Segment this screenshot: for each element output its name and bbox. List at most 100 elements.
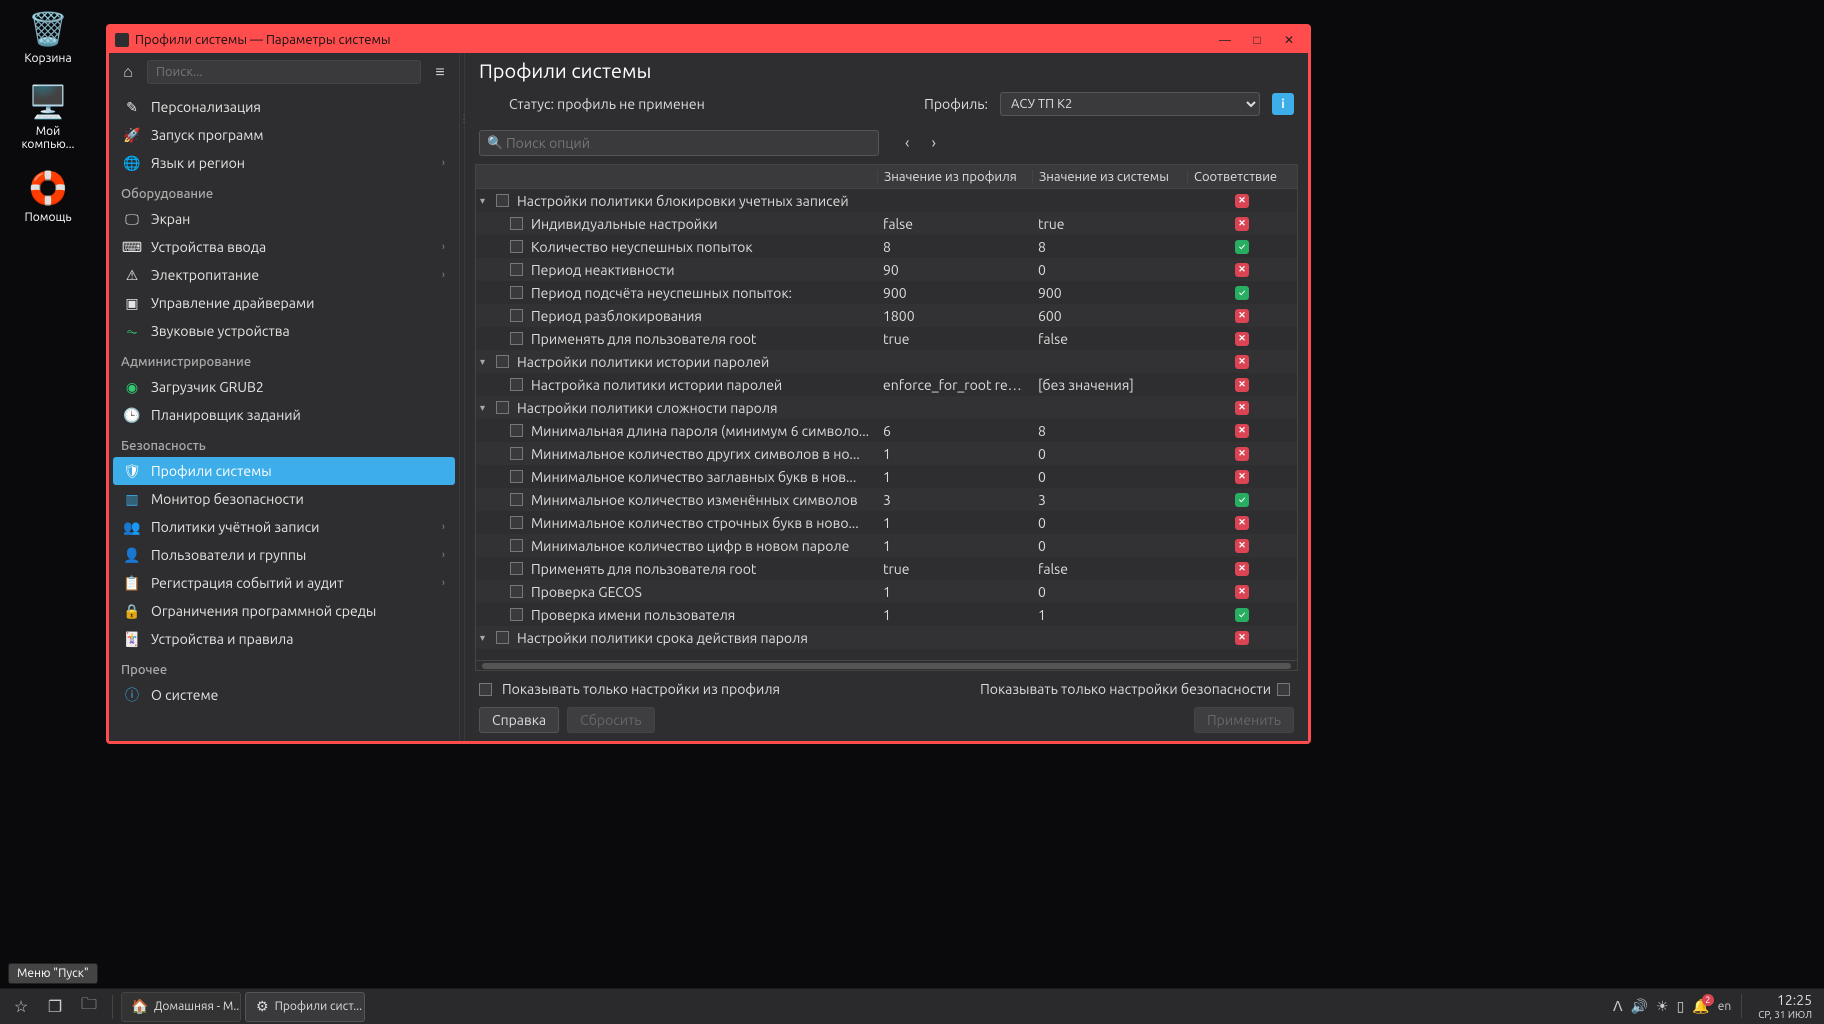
chevron-down-icon[interactable]: ▾ [480, 632, 492, 644]
row-checkbox[interactable] [510, 286, 523, 299]
nav-audit[interactable]: 📋Регистрация событий и аудит› [113, 569, 455, 597]
start-button[interactable]: ☆ [6, 992, 36, 1022]
nav-input-devices[interactable]: ⌨Устройства ввода› [113, 233, 455, 261]
row-checkbox[interactable] [510, 424, 523, 437]
splitter-handle[interactable] [459, 53, 465, 741]
nav-personalization[interactable]: ✎Персонализация [113, 93, 455, 121]
row-checkbox[interactable] [510, 240, 523, 253]
row-checkbox[interactable] [510, 332, 523, 345]
taskbar-task-home[interactable]: 🏠Домашняя - M... [121, 992, 241, 1022]
row-checkbox[interactable] [510, 378, 523, 391]
nav-devices-rules[interactable]: 🃏Устройства и правила [113, 625, 455, 653]
table-row[interactable]: Период разблокирования1800600✕ [476, 304, 1297, 327]
close-button[interactable]: ✕ [1276, 31, 1302, 49]
column-match[interactable]: Соответствие [1187, 170, 1297, 184]
nav-security-monitor[interactable]: ▥Монитор безопасности [113, 485, 455, 513]
chevron-down-icon[interactable]: ▾ [480, 402, 492, 414]
nav-audio[interactable]: ⏦Звуковые устройства [113, 317, 455, 345]
row-checkbox[interactable] [510, 470, 523, 483]
nav-startup[interactable]: 🚀Запуск программ [113, 121, 455, 149]
row-checkbox[interactable] [496, 401, 509, 414]
row-checkbox[interactable] [510, 447, 523, 460]
tray-brightness-icon[interactable]: ☀ [1656, 998, 1669, 1015]
table-row[interactable]: ▾Настройки политики блокировки учетных з… [476, 189, 1297, 212]
nav-system-profiles[interactable]: 🛡Профили системы [113, 457, 455, 485]
home-button[interactable]: ⌂ [115, 59, 141, 85]
table-row[interactable]: ▾Настройки политики сложности пароля✕ [476, 396, 1297, 419]
profile-select[interactable]: АСУ ТП К2 [1000, 92, 1260, 116]
titlebar[interactable]: Профили системы — Параметры системы — □ … [109, 27, 1308, 53]
row-checkbox[interactable] [510, 493, 523, 506]
hamburger-menu[interactable]: ≡ [427, 59, 453, 85]
tray-battery-icon[interactable]: ▯ [1677, 998, 1685, 1015]
nav-grub[interactable]: ◉Загрузчик GRUB2 [113, 373, 455, 401]
row-checkbox[interactable] [496, 631, 509, 644]
reset-button[interactable]: Сбросить [567, 707, 654, 733]
horizontal-scrollbar[interactable] [476, 660, 1297, 670]
table-row[interactable]: Количество неуспешных попыток88✓ [476, 235, 1297, 258]
table-row[interactable]: ▾Настройки политики срока действия парол… [476, 626, 1297, 649]
row-checkbox[interactable] [496, 355, 509, 368]
help-button[interactable]: Справка [479, 707, 559, 733]
column-system-value[interactable]: Значение из системы [1032, 170, 1187, 184]
clock[interactable]: 12:25 СР, 31 ИЮЛ [1752, 993, 1812, 1019]
tray-language[interactable]: en [1718, 1000, 1731, 1013]
nav-software-restrictions[interactable]: 🔒Ограничения программной среды [113, 597, 455, 625]
table-row[interactable]: Минимальное количество строчных букв в н… [476, 511, 1297, 534]
nav-power[interactable]: ⚠Электропитание› [113, 261, 455, 289]
tray-volume-icon[interactable]: 🔊 [1631, 998, 1648, 1015]
desktop-icon-trash[interactable]: 🗑️ Корзина [8, 8, 88, 65]
table-row[interactable]: Применять для пользователя roottruefalse… [476, 557, 1297, 580]
nav-scheduler[interactable]: 🕒Планировщик заданий [113, 401, 455, 429]
minimize-button[interactable]: — [1212, 31, 1238, 49]
prev-match-button[interactable]: ‹ [899, 132, 916, 154]
taskbar-task-profiles[interactable]: ⚙Профили сист... [245, 992, 365, 1022]
row-checkbox[interactable] [510, 539, 523, 552]
table-row[interactable]: Период подсчёта неуспешных попыток:90090… [476, 281, 1297, 304]
row-checkbox[interactable] [496, 194, 509, 207]
file-manager-button[interactable]: 🗀 [74, 992, 104, 1022]
column-profile-value[interactable]: Значение из профиля [877, 170, 1032, 184]
row-checkbox[interactable] [510, 608, 523, 621]
table-row[interactable]: Минимальное количество других символов в… [476, 442, 1297, 465]
table-body[interactable]: ▾Настройки политики блокировки учетных з… [476, 189, 1297, 660]
nav-language[interactable]: 🌐Язык и регион› [113, 149, 455, 177]
row-checkbox[interactable] [510, 309, 523, 322]
table-row[interactable]: Настройка политики истории паролейenforc… [476, 373, 1297, 396]
table-row[interactable]: Минимальная длина пароля (минимум 6 симв… [476, 419, 1297, 442]
desktop-icon-computer[interactable]: 🖥️ Мой компью... [8, 81, 88, 151]
row-checkbox[interactable] [510, 585, 523, 598]
table-row[interactable]: Применять для пользователя roottruefalse… [476, 327, 1297, 350]
profile-info-button[interactable]: i [1272, 93, 1294, 115]
filter-profile-checkbox[interactable] [479, 683, 492, 696]
tray-chevron-up-icon[interactable]: ᐱ [1613, 998, 1623, 1015]
row-checkbox[interactable] [510, 263, 523, 276]
task-view-button[interactable]: ❐ [40, 992, 70, 1022]
table-row[interactable]: Минимальное количество цифр в новом паро… [476, 534, 1297, 557]
sidebar-search-input[interactable] [147, 60, 421, 84]
next-match-button[interactable]: › [926, 132, 943, 154]
table-row[interactable]: Минимальное количество изменённых символ… [476, 488, 1297, 511]
chevron-down-icon[interactable]: ▾ [480, 195, 492, 207]
nav-about[interactable]: ⓘО системе [113, 681, 455, 709]
filter-security-checkbox[interactable] [1277, 683, 1290, 696]
nav-account-policies[interactable]: 👥Политики учётной записи› [113, 513, 455, 541]
apply-button[interactable]: Применить [1194, 707, 1294, 733]
table-row[interactable]: Период неактивности900✕ [476, 258, 1297, 281]
table-row[interactable]: Минимальное количество заглавных букв в … [476, 465, 1297, 488]
desktop-icon-help[interactable]: 🛟 Помощь [8, 167, 88, 224]
nav-drivers[interactable]: ▣Управление драйверами [113, 289, 455, 317]
chevron-down-icon[interactable]: ▾ [480, 356, 492, 368]
row-checkbox[interactable] [510, 516, 523, 529]
options-search-input[interactable] [479, 130, 879, 156]
table-row[interactable]: ▾Настройки политики истории паролей✕ [476, 350, 1297, 373]
row-checkbox[interactable] [510, 217, 523, 230]
maximize-button[interactable]: □ [1244, 31, 1270, 49]
row-checkbox[interactable] [510, 562, 523, 575]
table-row[interactable]: Проверка GECOS10✕ [476, 580, 1297, 603]
nav-users-groups[interactable]: 👤Пользователи и группы› [113, 541, 455, 569]
table-row[interactable]: Проверка имени пользователя11✓ [476, 603, 1297, 626]
tray-notifications-icon[interactable]: 🔔2 [1692, 998, 1709, 1015]
nav-display[interactable]: 🖵Экран [113, 205, 455, 233]
table-row[interactable]: Индивидуальные настройкиfalsetrue✕ [476, 212, 1297, 235]
